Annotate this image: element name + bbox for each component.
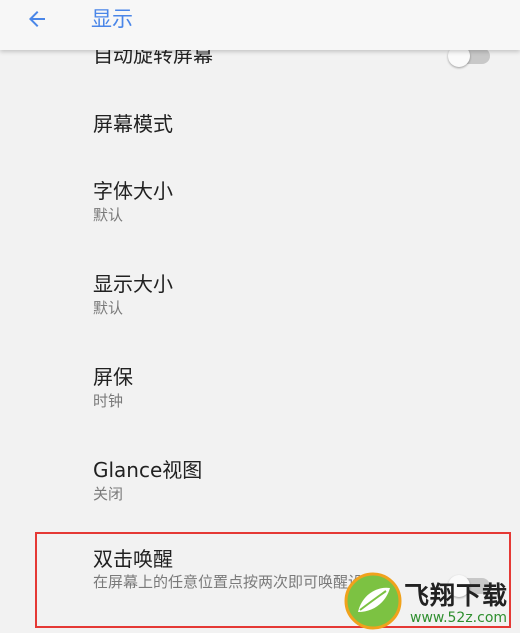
setting-screen-mode[interactable]: 屏幕模式 xyxy=(0,90,520,150)
setting-subtitle: 关闭 xyxy=(93,485,124,503)
setting-subtitle: 默认 xyxy=(93,206,124,224)
setting-display-size[interactable]: 显示大小 默认 xyxy=(0,257,520,329)
setting-title: 屏保 xyxy=(93,365,133,389)
leaf-logo-icon xyxy=(344,572,402,630)
setting-title: 显示大小 xyxy=(93,272,173,296)
setting-glance-view[interactable]: Glance视图 关闭 xyxy=(0,443,520,515)
setting-title: 屏幕模式 xyxy=(93,112,173,136)
auto-rotate-toggle[interactable] xyxy=(448,45,490,67)
setting-title: 字体大小 xyxy=(93,179,173,203)
page-title: 显示 xyxy=(91,7,133,31)
setting-subtitle: 默认 xyxy=(93,299,124,317)
back-button[interactable] xyxy=(20,4,54,34)
setting-screensaver[interactable]: 屏保 时钟 xyxy=(0,350,520,422)
arrow-left-icon xyxy=(29,11,45,27)
setting-subtitle: 时钟 xyxy=(93,392,124,410)
setting-font-size[interactable]: 字体大小 默认 xyxy=(0,165,520,237)
watermark-name: 飞翔下载 xyxy=(404,581,509,610)
setting-title: Glance视图 xyxy=(93,458,203,482)
watermark: 飞翔下载 www.52z.com xyxy=(340,568,520,633)
watermark-url: www.52z.com xyxy=(410,610,508,626)
app-bar: 显示 xyxy=(0,0,520,50)
